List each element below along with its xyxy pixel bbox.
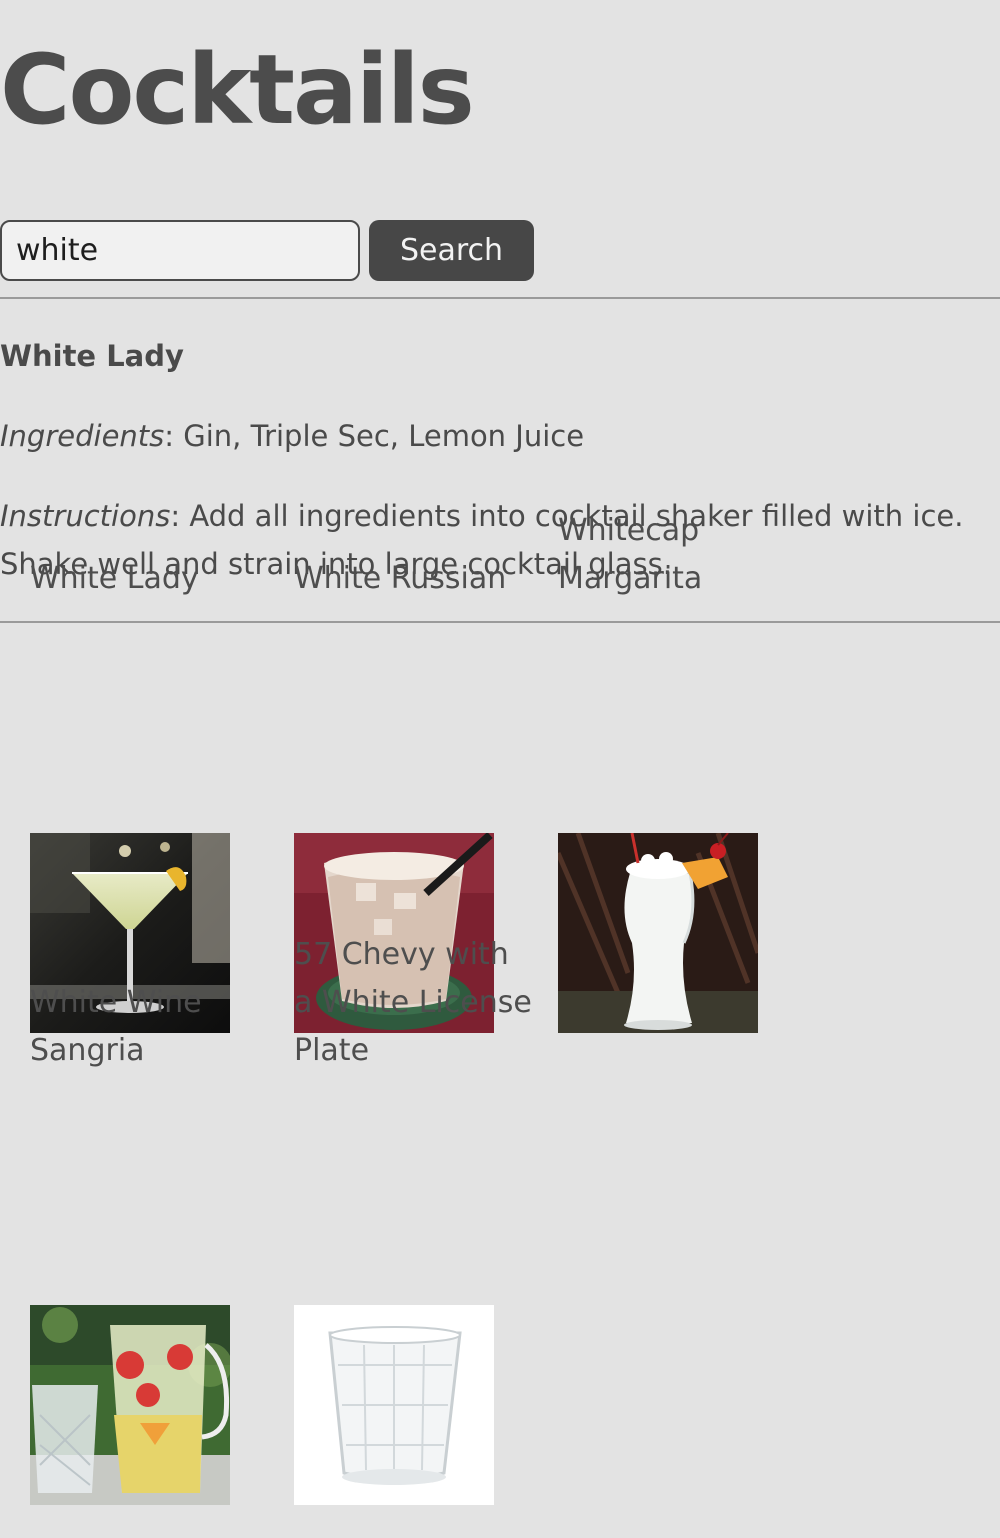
- ingredients-text: : Gin, Triple Sec, Lemon Juice: [164, 419, 585, 453]
- detail-ingredients: Ingredients: Gin, Triple Sec, Lemon Juic…: [0, 412, 980, 460]
- result-card-name[interactable]: White Lady: [30, 555, 270, 603]
- whitecap-margarita-photo[interactable]: [558, 833, 758, 1033]
- 57-chevy-photo[interactable]: [294, 1305, 494, 1505]
- page-title: Cocktails: [0, 34, 475, 146]
- divider-top: [0, 297, 1000, 299]
- detail-title: White Lady: [0, 339, 184, 373]
- search-button[interactable]: Search: [369, 220, 534, 281]
- result-card-name[interactable]: Whitecap Margarita: [558, 507, 798, 603]
- search-form: Search: [0, 220, 534, 281]
- divider-bottom: [0, 621, 1000, 623]
- white-wine-sangria-photo[interactable]: [30, 1305, 230, 1505]
- ingredients-label: Ingredients: [0, 419, 165, 453]
- instructions-label: Instructions: [0, 499, 171, 533]
- result-card-name[interactable]: 57 Chevy with a White License Plate: [294, 931, 534, 1075]
- result-card-name[interactable]: White Russian: [294, 555, 534, 603]
- search-input[interactable]: [0, 220, 360, 281]
- result-card-name[interactable]: White Wine Sangria: [30, 979, 270, 1075]
